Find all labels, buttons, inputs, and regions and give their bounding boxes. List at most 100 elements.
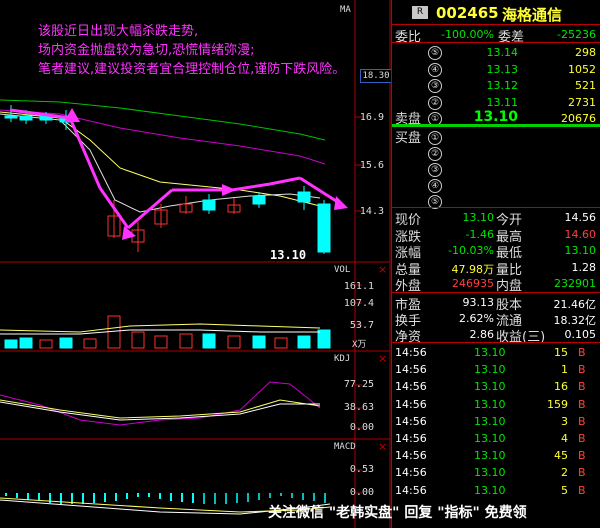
tick-time: 14:56 [395,346,427,359]
close-icon[interactable]: × [378,440,387,453]
tick-price: 13.10 [474,466,506,480]
trend-arrow-segment [269,176,301,186]
stat-row: 涨幅 -10.03% 最低 13.10 [392,242,600,261]
tick-row[interactable]: 14:56 13.10 4 B [392,431,600,447]
stock-name: 海格通信 [502,6,563,24]
tick-row[interactable]: 14:56 13.10 3 B [392,414,600,430]
tick-volume: 16 [554,380,568,394]
tick-row[interactable]: 14:56 13.10 45 B [392,448,600,464]
tick-volume: 1 [561,363,568,377]
fundamental-row: 市盈 93.13 股本 21.46亿 [392,294,600,313]
volume-bar [179,333,193,349]
macd-axis-label: 0.00 [349,487,374,498]
tick-row[interactable]: 14:56 13.10 15 B [392,345,600,361]
watermark-text: 关注微信 "老韩实盘" 回复 "指标" 免费领 [268,505,527,521]
sell-level-row[interactable]: ② 13.11 2731 [392,94,600,110]
candle-body [317,203,331,253]
kline-chart-area[interactable] [0,0,391,528]
fund-value: 2.62% [459,312,494,325]
volume-bar [4,339,18,349]
sell-volume: 2731 [568,95,596,109]
sell-price: 13.10 [473,109,518,126]
annotation-line-1: 该股近日出现大幅杀跌走势, [38,24,199,39]
tick-side: B [578,466,586,480]
tick-row[interactable]: 14:56 13.10 159 B [392,397,600,413]
fund-value: 2.86 [469,328,495,341]
volume-bar [202,333,216,349]
volume-bar [19,337,33,349]
tick-volume: 4 [561,432,568,445]
stat-value: 13.10 [564,244,597,258]
tick-price: 13.10 [474,414,506,428]
sell-level-row[interactable]: ④ 13.13 1052 [392,61,600,77]
tick-time: 14:56 [395,414,427,428]
candle-body [202,199,216,211]
sell-level-row[interactable]: ③ 13.12 521 [392,77,600,94]
trend-arrowhead [222,184,236,196]
tick-volume: 3 [561,414,568,428]
vol-label: VOL [334,265,351,275]
price-axis-label: 15.6 [359,160,384,171]
tick-row[interactable]: 14:56 13.10 16 B [392,379,600,395]
kdj-axis-label: 38.63 [343,402,374,413]
tick-volume: 15 [554,346,568,359]
volume-bar [59,337,73,349]
sell-price: 13.11 [486,95,519,109]
level-index: ③ [428,79,442,94]
kdj-label: KDJ [334,354,351,364]
volume-bar [131,331,145,349]
volume-bar [252,335,266,349]
volume-bar [154,335,168,349]
stat-row: 涨跌 -1.46 最高 14.60 [392,226,600,245]
price-axis-label: 14.3 [359,206,384,217]
level-index: ④ [428,62,442,77]
stat-row: 总量 47.98万 量比 1.28 [392,259,600,278]
volume-bar [83,338,97,349]
last-price-label: 13.10 [270,248,307,262]
tick-price: 13.10 [474,363,506,377]
macd-label: MACD [334,442,356,452]
fund-value: 93.13 [462,296,495,309]
stat-value: 14.60 [564,227,597,241]
moving-average-line [0,111,321,207]
tick-price: 13.10 [474,380,506,394]
tick-time: 14:56 [395,449,427,463]
trend-arrow-segment [68,117,102,189]
stock-code: 002465 [436,4,499,22]
tick-side: B [578,346,586,359]
quote-panel: R 002465 海格通信 委比 -100.00% 委差 -25236 ⑤ 13.… [391,0,600,528]
price-axis-current-tag: 18.30 [360,69,392,83]
tick-volume: 2 [561,466,568,480]
volume-bar [317,329,331,349]
buy-level-index[interactable]: ① [428,131,442,145]
sell-price: 13.13 [486,62,519,76]
tick-row[interactable]: 14:56 13.10 1 B [392,362,600,378]
tick-side: B [578,483,586,497]
level-index: ② [428,95,442,110]
tick-volume: 5 [561,483,568,497]
stat-value: 14.56 [564,211,597,224]
close-icon[interactable]: × [378,263,387,276]
stat-value: 13.10 [462,211,495,224]
stat-value: -1.46 [465,227,494,241]
moving-average-line [0,113,321,213]
tick-row[interactable]: 14:56 13.10 2 B [392,465,600,481]
fundamental-row: 换手 2.62% 流通 18.32亿 [392,310,600,329]
kdj-line-k [0,401,320,421]
stat-row: 现价 13.10 今开 14.56 [392,209,600,228]
tick-side: B [578,432,586,445]
buy-level-index[interactable]: ④ [428,179,442,193]
buy-level-index[interactable]: ③ [428,163,442,177]
stat-row: 外盘 246935 内盘 232901 [392,275,600,294]
tick-volume: 159 [547,397,568,411]
close-icon[interactable]: × [378,352,387,365]
tick-row[interactable]: 14:56 13.10 5 B [392,483,600,499]
tick-price: 13.10 [474,483,506,497]
kdj-axis-label: 77.25 [343,379,374,390]
tick-time: 14:56 [395,466,427,480]
annotation-line-2: 场内资金抛盘较为急切,恐慌情绪弥漫; [38,43,255,58]
buy-level-index[interactable]: ② [428,147,442,161]
sell-level-row[interactable]: ⑤ 13.14 298 [392,44,600,60]
tick-price: 13.10 [474,432,506,445]
volume-ma-line [0,323,321,333]
